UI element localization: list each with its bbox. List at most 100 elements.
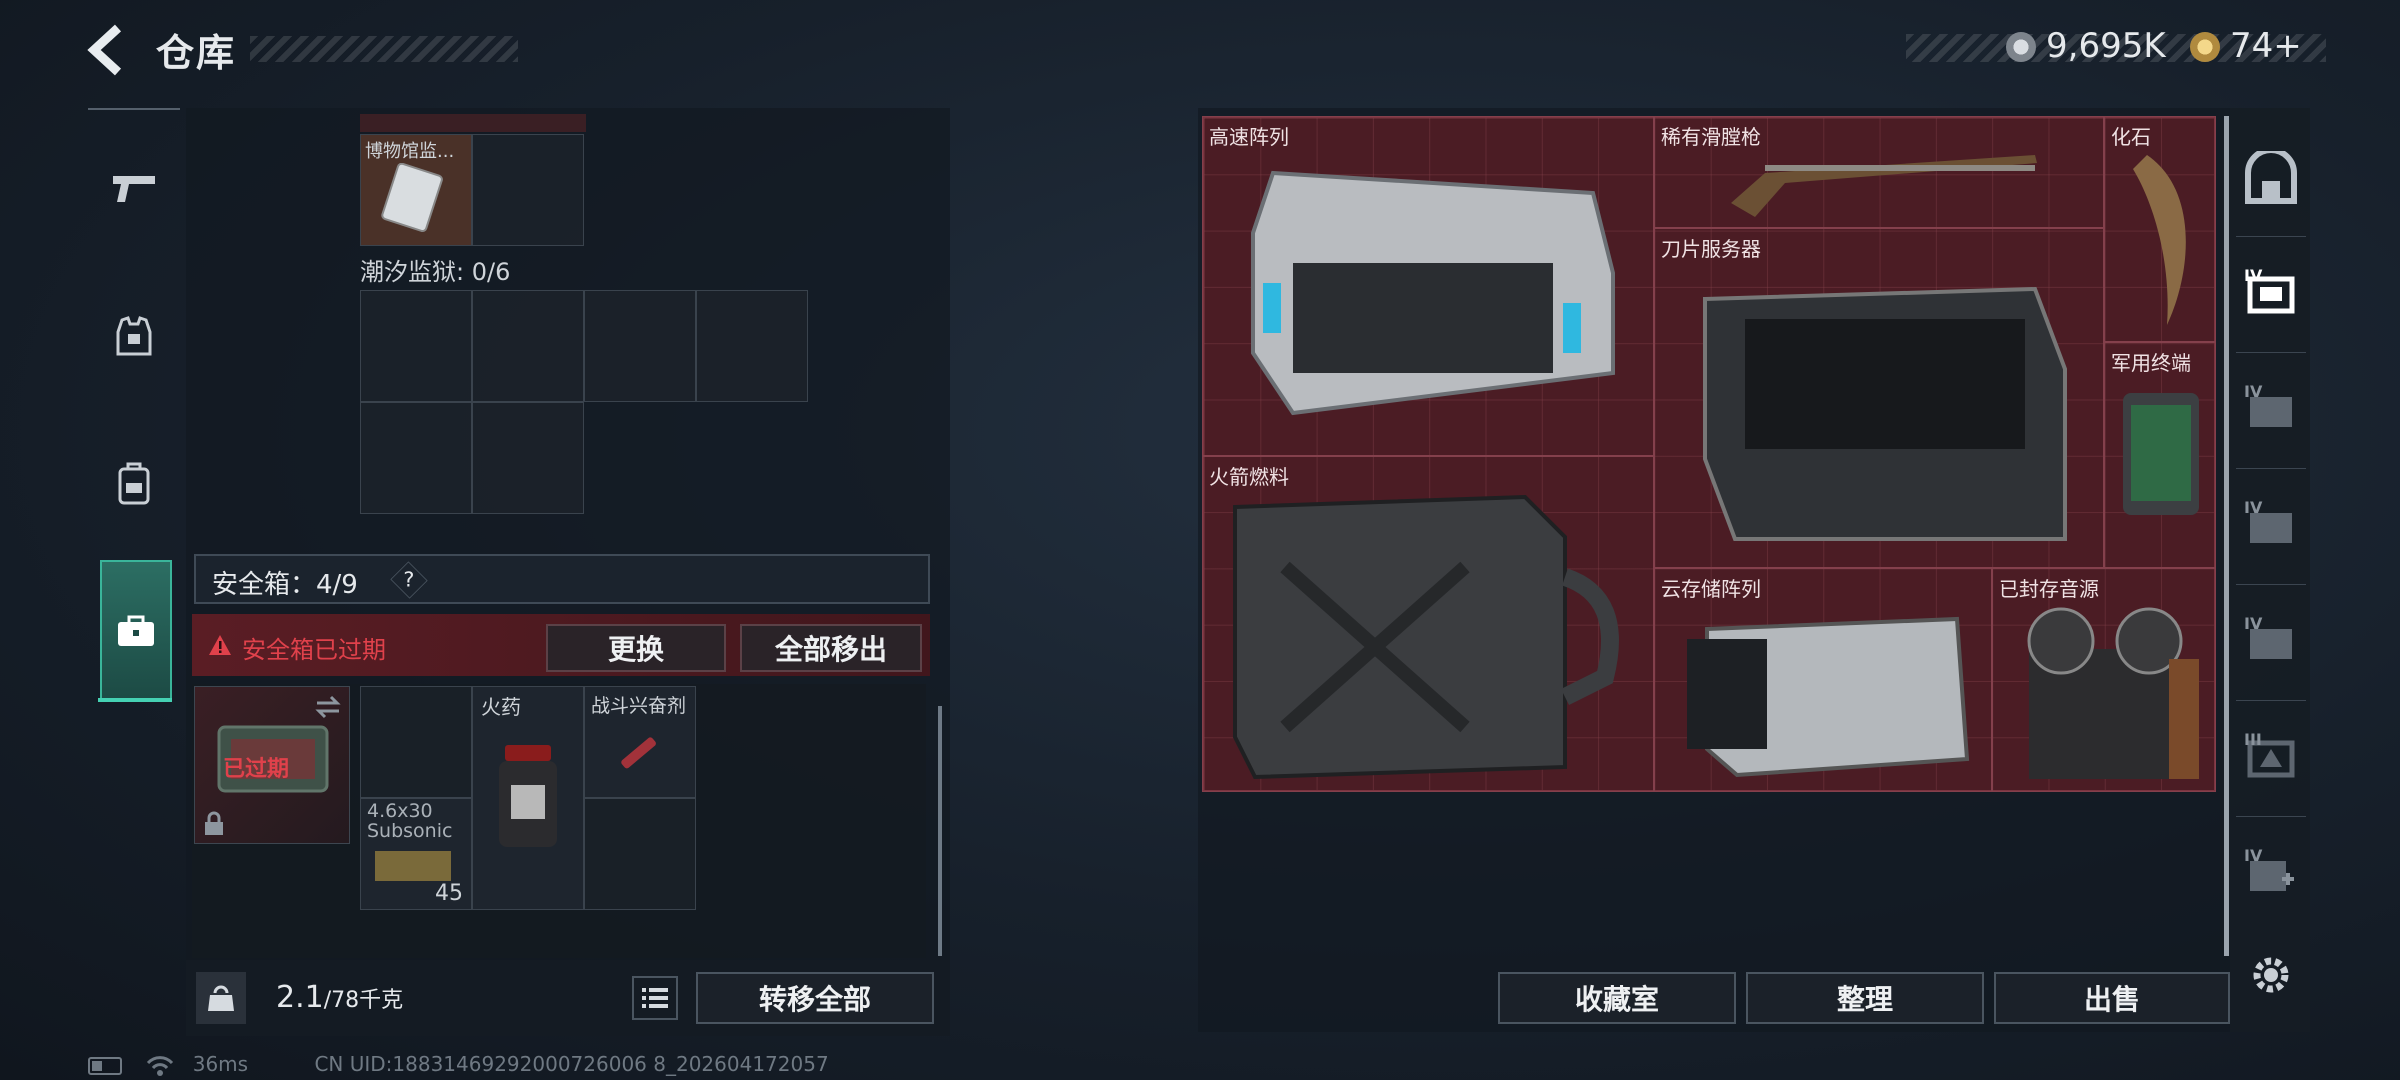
item-sealed-audio-source[interactable]: 已封存音源 (1992, 568, 2216, 792)
remove-all-button[interactable]: 全部移出 (740, 624, 922, 672)
tab-storage-4[interactable]: IV (2236, 584, 2306, 701)
tab-level: IV (2244, 498, 2263, 517)
sell-button[interactable]: 出售 (1994, 972, 2230, 1024)
nav-divider (88, 108, 180, 110)
blade-server-image (1703, 286, 2067, 541)
item-blade-server[interactable]: 刀片服务器 (1654, 228, 2104, 568)
item-name: 4.6x30 Subsonic (367, 800, 453, 842)
tab-level: IV (2244, 614, 2263, 633)
item-military-terminal[interactable]: 军用终端 (2104, 342, 2216, 568)
reel-recorder-image (2027, 607, 2199, 779)
currency-secondary[interactable]: 74+ (2230, 26, 2302, 66)
tab-storage-5[interactable]: III (2236, 700, 2306, 817)
partial-grid-row (360, 114, 586, 132)
help-icon[interactable]: ? (390, 561, 428, 599)
grid-cell[interactable] (584, 290, 696, 402)
nav-active-indicator (98, 698, 172, 702)
tab-storage-1[interactable]: IV (2236, 236, 2306, 353)
vest-icon (116, 316, 152, 356)
item-fossil[interactable]: 化石 (2104, 116, 2216, 342)
claw-fossil-image (2133, 155, 2186, 325)
weight-value: 2.1 (276, 980, 324, 1015)
weight-readout: 2.1/78千克 (276, 980, 403, 1015)
item-gunpowder[interactable]: 火药 (472, 686, 584, 910)
briefcase-icon (118, 615, 154, 646)
safe-case-slot[interactable]: 已过期 (194, 686, 350, 844)
tab-all[interactable] (2236, 120, 2306, 237)
item-count: 45 (435, 881, 463, 906)
case-status: 已过期 (223, 757, 290, 782)
item-high-speed-array[interactable]: 高速阵列 (1202, 116, 1654, 456)
settings-button[interactable] (2246, 950, 2296, 1000)
kettlebell-icon (208, 985, 234, 1011)
item-rare-musket[interactable]: 稀有滑膛枪 (1654, 116, 2104, 228)
safe-box-label: 安全箱：4/9 (212, 570, 358, 600)
syringe-icon (621, 737, 656, 769)
musket-image (1731, 155, 2037, 217)
terminal-image (2123, 393, 2199, 515)
item-name: 刀片服务器 (1661, 237, 1761, 261)
item-name: 博物馆监... (365, 141, 455, 162)
warning-icon (209, 635, 231, 655)
tab-storage-6[interactable]: IV (2236, 816, 2306, 932)
status-footer: 36ms CN UID:18831469292000726006 8_20260… (88, 1052, 829, 1077)
weight-max: /78千克 (323, 988, 404, 1013)
list-view-button[interactable] (632, 976, 678, 1020)
expired-warning-text: 安全箱已过期 (242, 636, 386, 664)
list-icon (642, 988, 668, 1008)
back-arrow-icon (87, 24, 122, 76)
item-ammo[interactable]: 4.6x30 Subsonic 45 (360, 798, 472, 910)
grid-cell[interactable] (472, 290, 584, 402)
nav-tab-backpack[interactable] (88, 414, 180, 552)
currency-primary[interactable]: 9,695K (2046, 26, 2166, 66)
swap-icon[interactable] (313, 695, 343, 719)
item-name: 火药 (481, 695, 521, 719)
item-name: 战斗兴奋剂 (591, 695, 687, 717)
wifi-icon (147, 1055, 174, 1076)
gold-coin-icon (2190, 32, 2220, 62)
page-title: 仓库 (156, 31, 237, 75)
nav-tab-weapon[interactable] (88, 120, 180, 258)
powder-jar-icon (499, 745, 557, 847)
server-array-image (1251, 170, 1615, 416)
back-button[interactable] (84, 22, 134, 78)
backpack-icon (118, 462, 150, 505)
item-name: 云存储阵列 (1661, 577, 1761, 601)
grid-cell[interactable] (360, 290, 472, 402)
gear-icon (2253, 957, 2289, 993)
tab-storage-3[interactable]: IV (2236, 468, 2306, 585)
sort-button[interactable]: 整理 (1746, 972, 1984, 1024)
grid-cell[interactable] (360, 402, 472, 514)
title-decoration (250, 36, 518, 62)
grid-cell[interactable] (360, 686, 472, 798)
grid-cell[interactable] (696, 290, 808, 402)
nav-tab-armor[interactable] (88, 268, 180, 406)
battery-icon (88, 1056, 122, 1075)
vault-icon (2245, 151, 2297, 204)
scrollbar[interactable] (2224, 116, 2229, 956)
transfer-all-button[interactable]: 转移全部 (696, 972, 934, 1024)
jerry-can-image (1233, 494, 1619, 780)
storage-array-image (1687, 616, 1970, 778)
item-name: 高速阵列 (1209, 125, 1289, 149)
scrollbar[interactable] (938, 706, 942, 956)
weight-icon (196, 972, 246, 1024)
grid-cell[interactable] (472, 134, 584, 246)
museum-item[interactable]: 博物馆监... (360, 134, 472, 246)
silver-coin-icon (2006, 32, 2036, 62)
grid-cell[interactable] (472, 402, 584, 514)
tide-prison-label: 潮汐监狱: 0/6 (360, 258, 511, 286)
lock-icon (205, 811, 223, 835)
item-combat-stimulant[interactable]: 战斗兴奋剂 (584, 686, 696, 798)
collection-room-button[interactable]: 收藏室 (1498, 972, 1736, 1024)
item-name: 化石 (2111, 125, 2151, 149)
nav-tab-safe-box[interactable] (100, 560, 172, 702)
grid-cell[interactable] (584, 798, 696, 910)
tab-level: IV (2244, 846, 2263, 865)
ping-readout: 36ms (192, 1052, 249, 1076)
replace-button[interactable]: 更换 (546, 624, 726, 672)
item-cloud-storage-array[interactable]: 云存储阵列 (1654, 568, 1992, 792)
tab-level: III (2244, 730, 2262, 749)
item-rocket-fuel[interactable]: 火箭燃料 (1202, 456, 1654, 792)
tab-storage-2[interactable]: IV (2236, 352, 2306, 469)
